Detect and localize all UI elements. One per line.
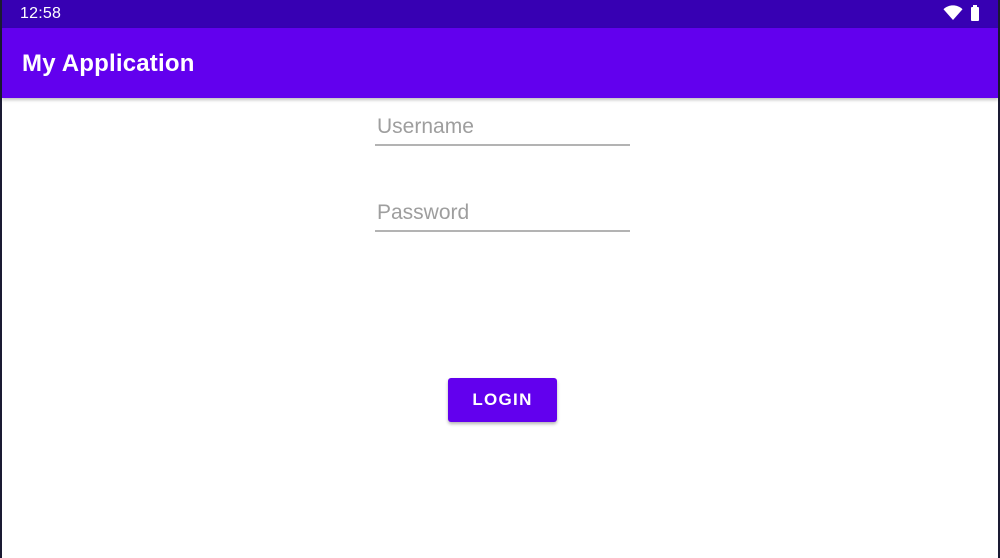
- login-button[interactable]: LOGIN: [448, 378, 557, 422]
- password-field-container: [375, 198, 630, 234]
- status-bar: 12:58: [2, 0, 998, 28]
- username-field-container: [375, 112, 630, 148]
- password-input[interactable]: [375, 198, 630, 232]
- username-input[interactable]: [375, 112, 630, 146]
- status-icons: [943, 5, 980, 26]
- battery-icon: [970, 5, 980, 26]
- login-form: LOGIN: [2, 98, 998, 558]
- app-window: 12:58 My Application LOGIN: [0, 0, 1000, 558]
- status-time: 12:58: [20, 5, 62, 22]
- app-bar: My Application: [2, 28, 998, 98]
- app-title: My Application: [22, 50, 195, 77]
- wifi-icon: [943, 5, 963, 26]
